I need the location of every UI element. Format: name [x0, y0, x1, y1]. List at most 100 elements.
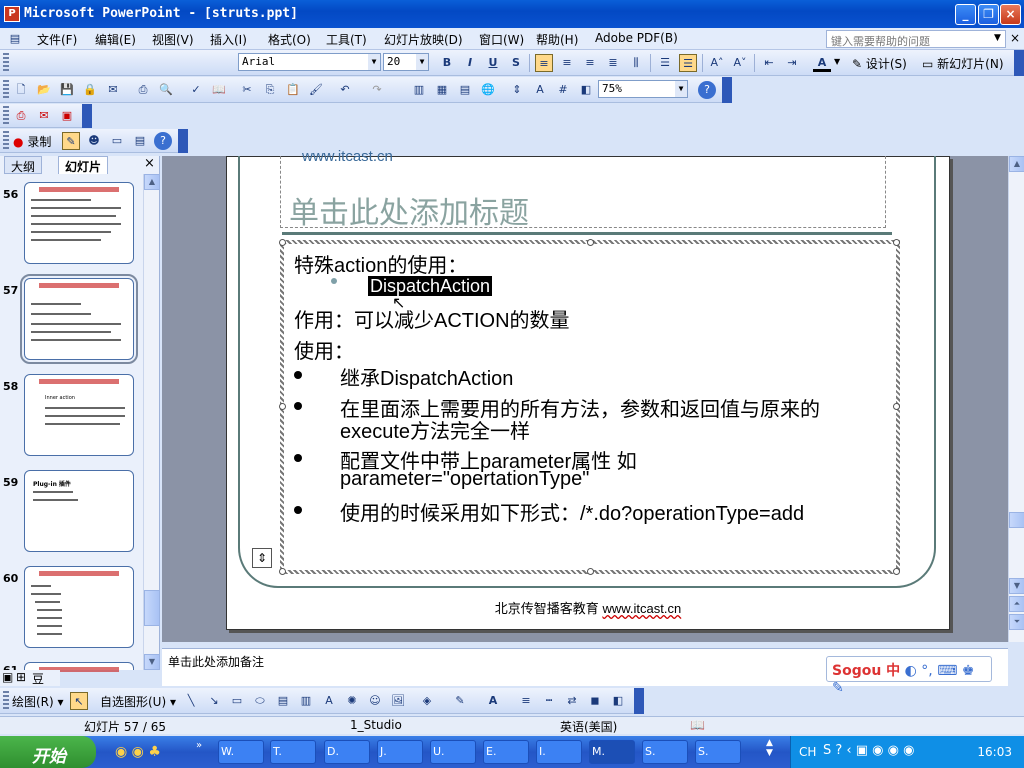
insert-chart-icon[interactable]: ▥: [410, 81, 428, 99]
menu-insert[interactable]: 插入(I): [210, 31, 247, 48]
decrease-indent-icon[interactable]: ⇤: [760, 54, 778, 72]
autofit-options-icon[interactable]: ⇕: [252, 548, 272, 568]
resize-handle[interactable]: [279, 239, 286, 246]
shadow-style-icon[interactable]: ◼: [586, 692, 604, 710]
chevron-down-icon[interactable]: ▼: [416, 54, 428, 70]
show-grid-icon[interactable]: #: [554, 81, 572, 99]
bold-button[interactable]: B: [438, 54, 456, 72]
help-icon[interactable]: ?: [698, 81, 716, 99]
justify-icon[interactable]: ≣: [604, 54, 622, 72]
color-grayscale-icon[interactable]: ◧: [577, 81, 595, 99]
chevron-down-icon[interactable]: ▼: [675, 81, 687, 97]
toolbar-grip[interactable]: [3, 53, 9, 73]
edit-macro-icon[interactable]: ✎: [62, 132, 80, 150]
show-formatting-icon[interactable]: A: [531, 81, 549, 99]
next-slide-icon[interactable]: ⏷: [1009, 614, 1024, 630]
previous-slide-icon[interactable]: ⏶: [1009, 596, 1024, 612]
menu-adobe-pdf[interactable]: Adobe PDF(B): [595, 31, 678, 45]
insert-hyperlink-icon[interactable]: 🌐: [479, 81, 497, 99]
spellcheck-icon[interactable]: 📖: [690, 718, 705, 732]
toolbar-options-icon[interactable]: [1014, 50, 1024, 76]
select-pointer-icon[interactable]: ↖: [70, 692, 88, 710]
italic-button[interactable]: I: [461, 54, 479, 72]
design-button[interactable]: ✎ 设计(S): [852, 55, 907, 72]
selected-text-dispatchaction[interactable]: DispatchAction: [368, 276, 493, 297]
textbox-icon[interactable]: ▤: [274, 692, 292, 710]
menu-edit[interactable]: 编辑(E): [95, 31, 136, 48]
align-center-icon[interactable]: ≡: [558, 54, 576, 72]
task-i[interactable]: I.: [536, 740, 582, 764]
align-right-icon[interactable]: ≡: [581, 54, 599, 72]
clipart-icon[interactable]: ☺: [366, 692, 384, 710]
menu-file[interactable]: 文件(F): [37, 31, 77, 48]
save-icon[interactable]: 💾: [58, 81, 76, 99]
toolbar-options-icon[interactable]: [634, 688, 644, 714]
spelling-icon[interactable]: ✓: [187, 81, 205, 99]
oval-icon[interactable]: ⬭: [251, 692, 269, 710]
resize-handle[interactable]: [893, 403, 900, 410]
title-placeholder-text[interactable]: 单击此处添加标题: [289, 188, 529, 232]
print-preview-icon[interactable]: 🔍: [157, 81, 175, 99]
draw-menu-button[interactable]: 绘图(R) ▾: [12, 693, 64, 710]
person-icon[interactable]: ☻: [85, 132, 103, 150]
normal-view-icon[interactable]: ▣: [2, 670, 13, 684]
menu-slideshow[interactable]: 幻灯片放映(D): [384, 31, 463, 48]
underline-button[interactable]: U: [484, 54, 502, 72]
help-dropdown-icon[interactable]: ▼: [994, 33, 1001, 43]
scroll-down-icon[interactable]: ▼: [1009, 578, 1024, 594]
task-s[interactable]: S.: [642, 740, 688, 764]
slide-thumbnail-60[interactable]: [24, 566, 134, 648]
panel-scrollbar[interactable]: ▲ ▼: [143, 174, 160, 670]
vertical-textbox-icon[interactable]: ▥: [297, 692, 315, 710]
increase-indent-icon[interactable]: ⇥: [783, 54, 801, 72]
dash-style-icon[interactable]: ┅: [540, 692, 558, 710]
tray-icons[interactable]: S ? ‹ ▣ ◉ ◉ ◉: [823, 743, 914, 758]
record-button[interactable]: ● 录制: [13, 133, 51, 150]
tables-borders-icon[interactable]: ▤: [456, 81, 474, 99]
insert-table-icon[interactable]: ▦: [433, 81, 451, 99]
scroll-thumb[interactable]: [1009, 512, 1024, 528]
print-icon[interactable]: ⎙: [134, 81, 152, 99]
quicklaunch-icons[interactable]: ◉ ◉ ♣: [115, 744, 161, 760]
taskbar-scroll-icon[interactable]: ▲ ▼: [766, 738, 773, 758]
rectangle-icon[interactable]: ▭: [228, 692, 246, 710]
slide-thumbnail-59[interactable]: Plug-in 插件: [24, 470, 134, 552]
arrow-style-icon[interactable]: ⇄: [563, 692, 581, 710]
toolbar-grip[interactable]: [3, 106, 9, 126]
toolbar-options-icon[interactable]: [722, 77, 732, 103]
slide-sorter-icon[interactable]: ⊞: [16, 670, 26, 684]
copy-icon[interactable]: ⎘: [261, 81, 279, 99]
paste-icon[interactable]: 📋: [284, 81, 302, 99]
document-icon[interactable]: ▤: [6, 30, 24, 48]
distributed-icon[interactable]: ⫼: [627, 54, 645, 72]
task-j[interactable]: J.: [377, 740, 423, 764]
resize-handle[interactable]: [587, 568, 594, 575]
restore-button[interactable]: ❐: [978, 4, 999, 25]
font-color-icon[interactable]: A: [484, 692, 502, 710]
ime-indicator[interactable]: CH: [799, 745, 816, 759]
decrease-font-icon[interactable]: A˅: [731, 54, 749, 72]
wordart-icon[interactable]: A: [320, 692, 338, 710]
canvas-scrollbar[interactable]: ▲ ▼ ⏶ ⏷: [1008, 156, 1024, 642]
scroll-up-icon[interactable]: ▲: [1009, 156, 1024, 172]
pdf-review-icon[interactable]: ▣: [58, 107, 76, 125]
resize-handle[interactable]: [893, 239, 900, 246]
expand-all-icon[interactable]: ⇕: [508, 81, 526, 99]
task-t[interactable]: T.: [270, 740, 316, 764]
3d-style-icon[interactable]: ◧: [609, 692, 627, 710]
line-icon[interactable]: ╲: [182, 692, 200, 710]
task-m-powerpoint[interactable]: M.: [589, 740, 635, 764]
tab-slides[interactable]: 幻灯片: [58, 156, 109, 174]
toolbar-grip[interactable]: [3, 80, 9, 100]
clock[interactable]: 16:03: [977, 745, 1012, 759]
resize-handle[interactable]: [279, 568, 286, 575]
task-u[interactable]: U.: [430, 740, 476, 764]
toolbar-options-icon[interactable]: [82, 104, 92, 128]
menu-view[interactable]: 视图(V): [152, 31, 194, 48]
task-e[interactable]: E.: [483, 740, 529, 764]
open-folder-icon[interactable]: 📂: [35, 81, 53, 99]
presentation-icon[interactable]: ▭: [108, 132, 126, 150]
line-color-icon[interactable]: ✎: [451, 692, 469, 710]
menu-window[interactable]: 窗口(W): [479, 31, 524, 48]
font-name-combo[interactable]: Arial ▼: [238, 53, 381, 71]
